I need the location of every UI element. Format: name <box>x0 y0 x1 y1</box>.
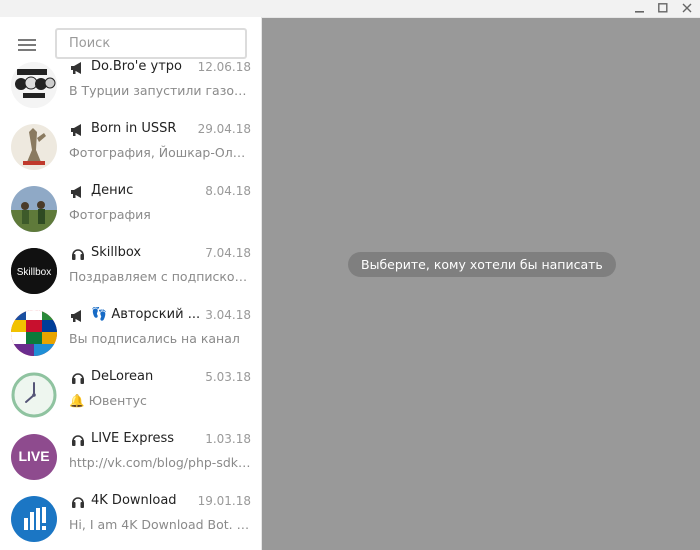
chat-preview: В Турции запустили газопр... <box>69 83 251 98</box>
close-icon[interactable] <box>676 0 698 16</box>
chat-preview: Поздравляем с подпиской ... <box>69 269 251 284</box>
chat-title: Skillbox <box>91 245 142 260</box>
chat-title: 4K Download <box>91 493 177 508</box>
chat-item-born-in-ussr[interactable]: Born in USSR 29.04.18 Фотография, Йошкар… <box>0 116 261 178</box>
chat-preview: http://vk.com/blog/php-sdk-... <box>69 455 251 470</box>
window-titlebar <box>0 0 700 18</box>
avatar-clock <box>11 372 57 418</box>
avatar-live-express: LIVE <box>11 434 57 480</box>
footprints-emoji: 👣 <box>91 307 108 322</box>
chat-date: 1.03.18 <box>205 432 251 446</box>
chat-item-delorean[interactable]: DeLorean 5.03.18 🔔 Ювентус <box>0 364 261 426</box>
chat-title: Born in USSR <box>91 121 177 136</box>
chat-title-text: Авторский ... <box>111 307 201 322</box>
chat-title: 👣 Авторский ... <box>91 307 200 322</box>
bot-icon <box>72 435 84 446</box>
bot-icon <box>72 373 84 384</box>
avatar-flags <box>11 310 57 356</box>
chat-preview: Hi, I am 4K Download Bot. I c... <box>69 517 251 532</box>
chat-preview: 🔔 Ювентус <box>69 393 251 409</box>
chat-date: 29.04.18 <box>197 122 251 136</box>
chat-item-denis[interactable]: Денис 8.04.18 Фотография <box>0 178 261 240</box>
chat-date: 12.06.18 <box>197 60 251 74</box>
minimize-icon[interactable] <box>629 0 651 16</box>
conversation-area: Выберите, кому хотели бы написать <box>262 18 700 550</box>
hamburger-menu-icon[interactable] <box>16 37 40 53</box>
svg-text:Skillbox: Skillbox <box>17 267 51 278</box>
chat-title: Do.Bro'e утро <box>91 59 182 74</box>
bot-icon <box>72 497 84 508</box>
chat-item-avtorskiy[interactable]: 👣 Авторский ... 3.04.18 Вы подписались н… <box>0 302 261 364</box>
bot-icon <box>72 249 84 260</box>
avatar-skillbox: Skillbox <box>11 248 57 294</box>
maximize-icon[interactable] <box>652 0 674 16</box>
chat-date: 5.03.18 <box>205 370 251 384</box>
chat-preview: Фотография, Йошкар-Ола, ... <box>69 145 251 160</box>
chat-item-skillbox[interactable]: Skillbox Skillbox 7.04.18 Поздравляем с … <box>0 240 261 302</box>
empty-state-message: Выберите, кому хотели бы написать <box>348 252 616 277</box>
avatar-4k-download <box>11 496 57 542</box>
chat-preview: Вы подписались на канал <box>69 331 240 346</box>
sidebar: Do.Bro'e утро 12.06.18 В Турции запустил… <box>0 17 262 550</box>
chat-item-dobroe-utro[interactable]: Do.Bro'e утро 12.06.18 В Турции запустил… <box>0 54 261 116</box>
chat-title: Денис <box>91 183 134 198</box>
channel-icon <box>71 310 81 322</box>
avatar-dobroe-utro <box>11 62 57 108</box>
chat-date: 7.04.18 <box>205 246 251 260</box>
channel-icon <box>71 186 81 198</box>
chat-title: DeLorean <box>91 369 154 384</box>
avatar-born-in-ussr <box>11 124 57 170</box>
bell-icon: 🔔 <box>69 393 85 408</box>
channel-icon <box>71 62 81 74</box>
chat-item-live-express[interactable]: LIVE LIVE Express 1.03.18 http://vk.com/… <box>0 426 261 488</box>
avatar-denis <box>11 186 57 232</box>
chat-date: 19.01.18 <box>197 494 251 508</box>
chat-preview: Фотография <box>69 207 151 222</box>
chat-title: LIVE Express <box>91 431 175 446</box>
chat-preview-text: Ювентус <box>88 393 147 408</box>
chat-item-4k-download[interactable]: 4K Download 19.01.18 Hi, I am 4K Downloa… <box>0 488 261 550</box>
chat-date: 8.04.18 <box>205 184 251 198</box>
channel-icon <box>71 124 81 136</box>
svg-text:LIVE: LIVE <box>18 448 49 464</box>
chat-date: 3.04.18 <box>205 308 251 322</box>
